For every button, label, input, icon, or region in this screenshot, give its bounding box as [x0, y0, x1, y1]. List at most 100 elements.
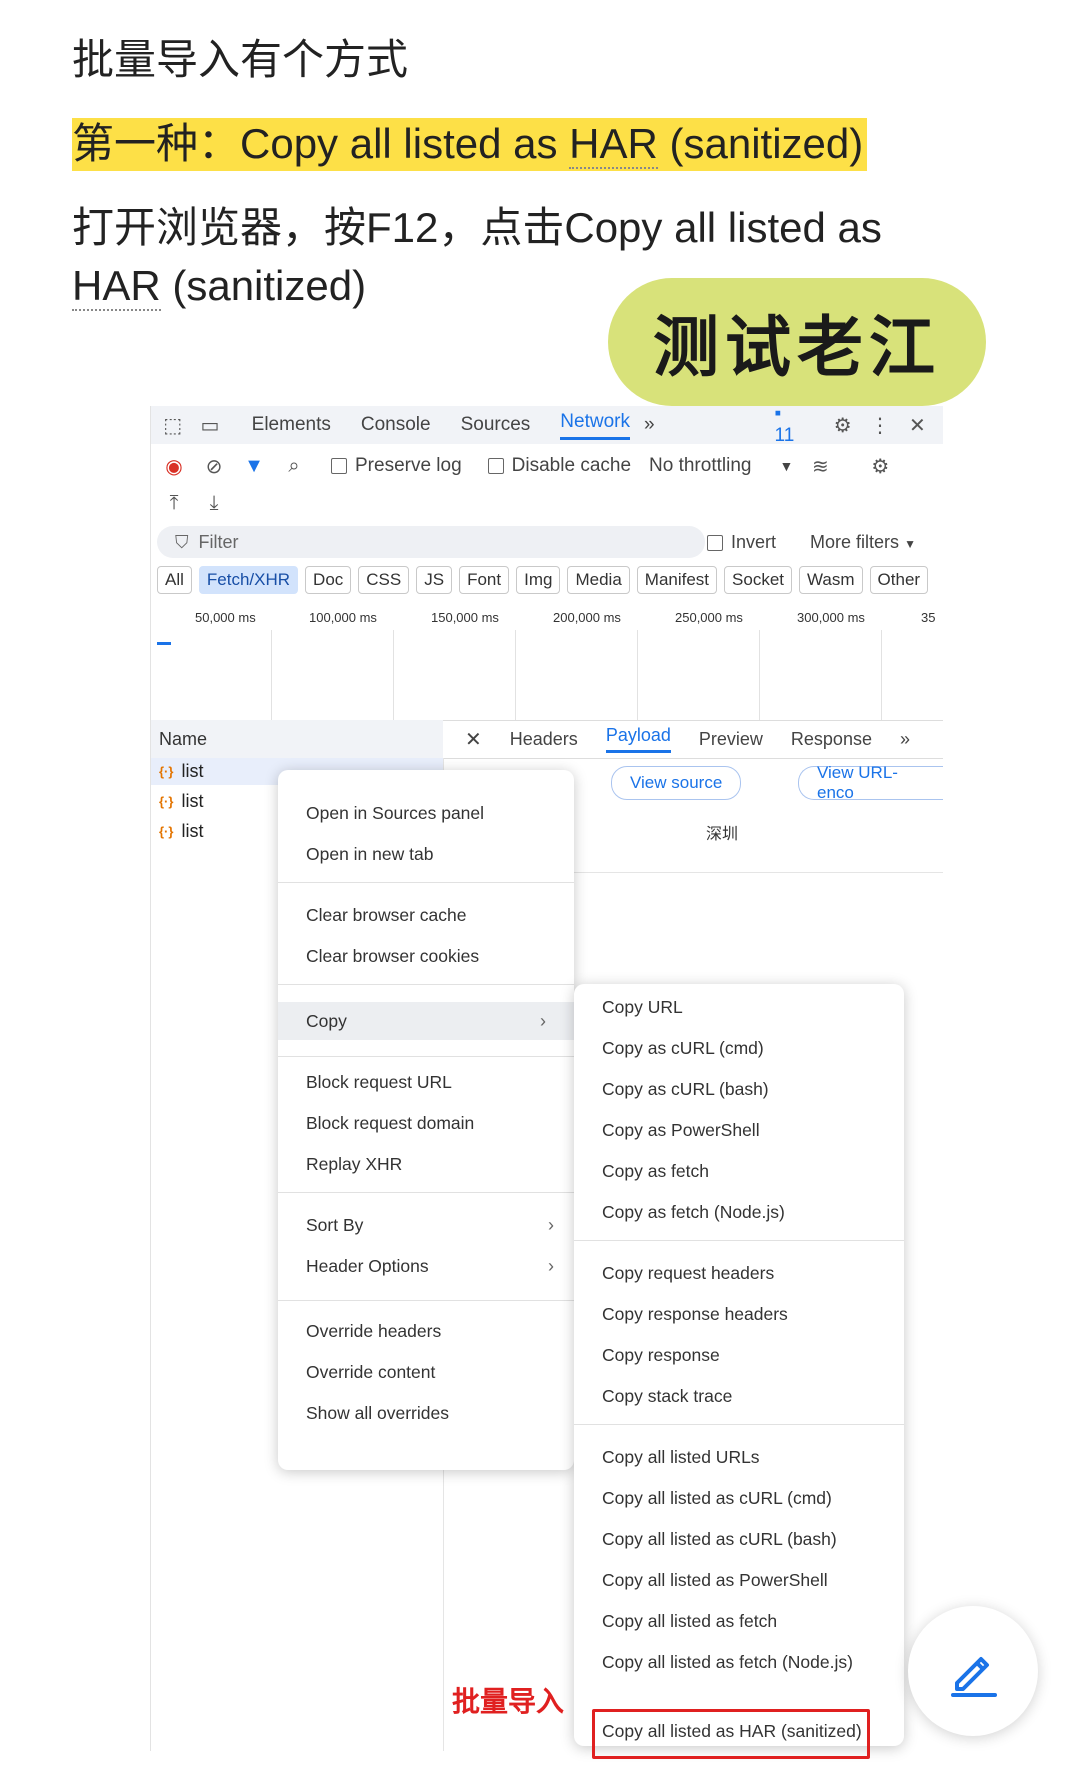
disable-cache-label: Disable cache — [511, 455, 632, 476]
more-tabs-icon[interactable]: » — [644, 414, 655, 436]
close-icon[interactable]: ✕ — [906, 412, 929, 438]
request-name: list — [181, 761, 204, 781]
network-settings-gear-icon[interactable]: ⚙ — [867, 453, 893, 479]
tab-payload[interactable]: Payload — [605, 725, 671, 753]
device-toolbar-icon[interactable]: ▭ — [198, 412, 221, 438]
issues-icon: ▪ — [774, 406, 782, 424]
batch-import-annotation: 批量导入 — [452, 1686, 565, 1717]
type-font[interactable]: Font — [459, 566, 510, 594]
copy-as-curl-bash[interactable]: Copy as cURL (bash) — [602, 1074, 884, 1104]
close-detail-icon[interactable]: ✕ — [465, 727, 482, 752]
menu-show-overrides[interactable]: Show all overrides — [306, 1398, 554, 1428]
type-css[interactable]: CSS — [358, 566, 410, 594]
highlight-suffix: (sanitized) — [657, 120, 864, 167]
copy-all-fetch[interactable]: Copy all listed as fetch — [602, 1606, 884, 1636]
tab-network[interactable]: Network — [560, 411, 630, 440]
clear-icon[interactable]: ⊘ — [201, 453, 227, 479]
tick-line — [759, 630, 760, 720]
copy-as-fetch[interactable]: Copy as fetch — [602, 1156, 884, 1186]
copy-as-curl-cmd[interactable]: Copy as cURL (cmd) — [602, 1033, 884, 1063]
copy-request-headers[interactable]: Copy request headers — [602, 1258, 884, 1288]
network-timeline[interactable]: 50,000 ms 100,000 ms 150,000 ms 200,000 … — [151, 602, 943, 721]
har-term-2[interactable]: HAR — [72, 262, 161, 311]
tab-response[interactable]: Response — [791, 729, 872, 750]
copy-all-curl-bash[interactable]: Copy all listed as cURL (bash) — [602, 1524, 884, 1554]
search-icon[interactable]: ⌕ — [281, 453, 307, 479]
menu-replay-xhr[interactable]: Replay XHR — [306, 1149, 554, 1179]
tick-label: 100,000 ms — [309, 610, 377, 625]
menu-block-url[interactable]: Block request URL — [306, 1067, 554, 1097]
menu-block-domain[interactable]: Block request domain — [306, 1108, 554, 1138]
detail-more-tabs-icon[interactable]: » — [900, 729, 910, 750]
type-all[interactable]: All — [157, 566, 192, 594]
menu-override-headers[interactable]: Override headers — [306, 1316, 554, 1346]
article-instruction: 打开浏览器，按F12，点击Copy all listed as — [72, 204, 882, 251]
view-source-button[interactable]: View source — [611, 766, 742, 800]
network-toolbar: ◉ ⊘ ▼ ⌕ Preserve log Disable cache No th… — [151, 448, 943, 484]
tab-headers[interactable]: Headers — [510, 729, 578, 750]
copy-all-curl-cmd[interactable]: Copy all listed as cURL (cmd) — [602, 1483, 884, 1513]
menu-separator — [574, 1240, 904, 1241]
har-highlight-box — [592, 1709, 870, 1759]
inspect-element-icon[interactable]: ⬚ — [161, 412, 184, 438]
copy-response[interactable]: Copy response — [602, 1340, 884, 1370]
filter-icon: ⛉ — [175, 531, 189, 552]
menu-open-in-sources[interactable]: Open in Sources panel — [306, 798, 554, 828]
copy-as-fetch-node[interactable]: Copy as fetch (Node.js) — [602, 1197, 884, 1227]
copy-response-headers[interactable]: Copy response headers — [602, 1299, 884, 1329]
edit-fab-button[interactable] — [908, 1606, 1038, 1736]
menu-copy-label: Copy — [306, 1010, 347, 1031]
menu-clear-cache[interactable]: Clear browser cache — [306, 900, 554, 930]
type-manifest[interactable]: Manifest — [636, 566, 718, 594]
name-column-header[interactable]: Name — [151, 720, 443, 758]
copy-all-urls[interactable]: Copy all listed URLs — [602, 1442, 884, 1472]
menu-sort-by[interactable]: Sort By › — [306, 1210, 554, 1240]
disable-cache-checkbox[interactable]: Disable cache — [487, 455, 632, 477]
type-doc[interactable]: Doc — [305, 566, 352, 594]
copy-all-fetch-node[interactable]: Copy all listed as fetch (Node.js) — [602, 1647, 884, 1677]
type-js[interactable]: JS — [416, 566, 453, 594]
type-wasm[interactable]: Wasm — [799, 566, 863, 594]
tab-sources[interactable]: Sources — [461, 414, 531, 436]
filter-input[interactable]: ⛉ Filter — [157, 526, 705, 558]
timeline-bar — [157, 642, 171, 645]
type-media[interactable]: Media — [567, 566, 630, 594]
settings-gear-icon[interactable]: ⚙ — [831, 412, 854, 438]
tick-label: 300,000 ms — [797, 610, 865, 625]
type-other[interactable]: Other — [869, 566, 929, 594]
more-filters-label: More filters — [810, 531, 900, 552]
record-stop-icon[interactable]: ◉ — [161, 453, 187, 479]
menu-open-in-new-tab[interactable]: Open in new tab — [306, 839, 554, 869]
tick-label: 250,000 ms — [675, 610, 743, 625]
menu-header-options[interactable]: Header Options › — [306, 1251, 554, 1281]
throttling-chevron-down-icon[interactable]: ▼ — [779, 458, 793, 474]
tab-elements[interactable]: Elements — [252, 414, 331, 436]
issues-badge[interactable]: ▪ 11 — [775, 406, 804, 447]
article-highlight-line: 第一种：Copy all listed as HAR (sanitized) — [72, 110, 868, 171]
import-har-icon[interactable]: ⤒ — [161, 490, 187, 516]
tab-preview[interactable]: Preview — [699, 729, 763, 750]
highlight-prefix: 第一种：Copy all listed as — [72, 120, 570, 167]
copy-stack-trace[interactable]: Copy stack trace — [602, 1381, 884, 1411]
menu-copy[interactable]: Copy › — [278, 1002, 574, 1040]
filter-funnel-icon[interactable]: ▼ — [241, 453, 267, 479]
copy-url[interactable]: Copy URL — [602, 992, 884, 1022]
export-har-icon[interactable]: ⤓ — [201, 490, 227, 516]
har-term[interactable]: HAR — [569, 120, 658, 169]
network-conditions-icon[interactable]: ≋ — [807, 453, 833, 479]
xhr-icon: {·} — [159, 764, 174, 779]
invert-checkbox[interactable]: Invert — [707, 532, 776, 553]
type-socket[interactable]: Socket — [724, 566, 793, 594]
more-filters-dropdown[interactable]: More filters ▼ — [810, 532, 916, 553]
preserve-log-checkbox[interactable]: Preserve log — [331, 455, 462, 477]
menu-clear-cookies[interactable]: Clear browser cookies — [306, 941, 554, 971]
more-options-icon[interactable]: ⋮ — [868, 412, 891, 438]
type-fetch-xhr[interactable]: Fetch/XHR — [198, 566, 299, 594]
tab-console[interactable]: Console — [361, 414, 431, 436]
throttling-select[interactable]: No throttling — [649, 455, 751, 477]
type-img[interactable]: Img — [516, 566, 561, 594]
menu-override-content[interactable]: Override content — [306, 1357, 554, 1387]
view-url-encoded-button[interactable]: View URL-enco — [798, 763, 943, 802]
copy-as-powershell[interactable]: Copy as PowerShell — [602, 1115, 884, 1145]
copy-all-powershell[interactable]: Copy all listed as PowerShell — [602, 1565, 884, 1595]
